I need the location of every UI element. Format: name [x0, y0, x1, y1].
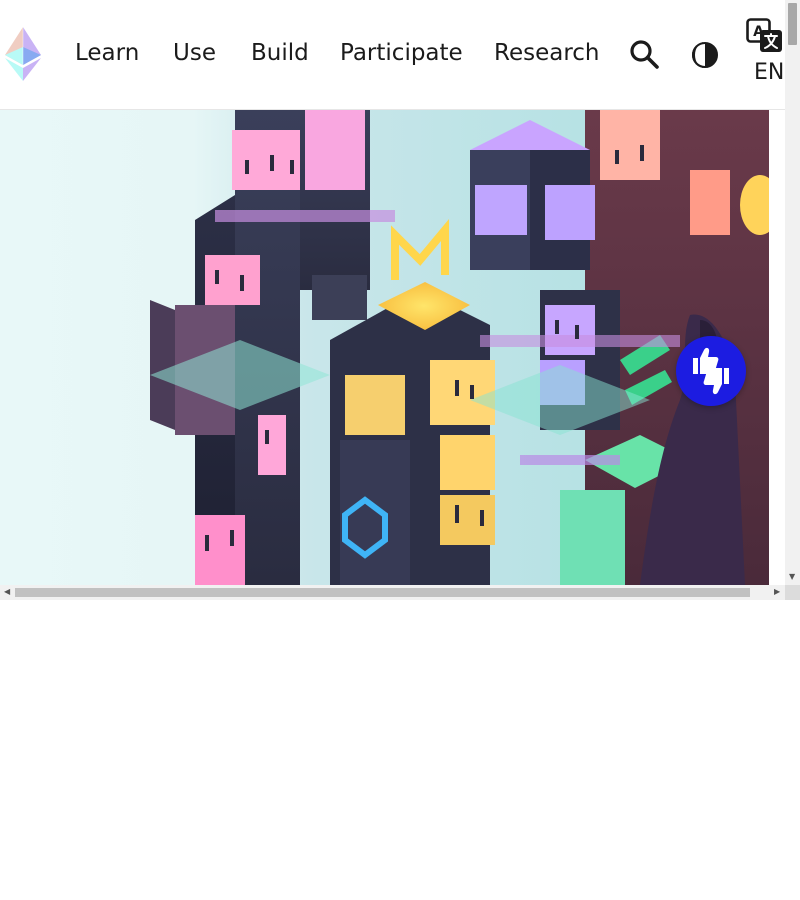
nav-item-learn[interactable]: Learn: [75, 38, 139, 68]
top-navbar: Learn Use Build Participate Research A E…: [0, 0, 785, 110]
search-button[interactable]: [628, 38, 660, 70]
isometric-city-illustration: [0, 110, 769, 585]
scroll-down-arrow-icon[interactable]: ▼: [789, 573, 795, 581]
hero-illustration: [0, 110, 769, 585]
translate-icon: A: [746, 18, 782, 52]
scroll-right-arrow-icon[interactable]: ▶: [774, 588, 780, 596]
browser-viewport: Learn Use Build Participate Research A E…: [0, 0, 800, 600]
scroll-left-arrow-icon[interactable]: ◀: [4, 588, 10, 596]
theme-toggle-button[interactable]: [690, 40, 720, 70]
thumbs-up-down-icon: [693, 347, 729, 395]
nav-item-research[interactable]: Research: [494, 38, 600, 68]
horizontal-scrollbar[interactable]: ◀ ▶: [0, 585, 785, 600]
language-code-label[interactable]: EN: [754, 60, 784, 86]
nav-item-build[interactable]: Build: [251, 38, 309, 68]
feedback-button[interactable]: [676, 336, 746, 406]
vertical-scrollbar[interactable]: ▼: [785, 0, 800, 585]
search-icon: [630, 40, 659, 69]
nav-item-use[interactable]: Use: [173, 38, 216, 68]
vertical-scroll-thumb[interactable]: [788, 3, 797, 45]
ethereum-logo[interactable]: [5, 27, 41, 81]
scrollbar-corner: [785, 585, 800, 600]
nav-item-participate[interactable]: Participate: [340, 38, 463, 68]
horizontal-scroll-thumb[interactable]: [15, 588, 750, 597]
theme-toggle-icon: [692, 42, 718, 68]
language-button[interactable]: A: [746, 18, 784, 54]
